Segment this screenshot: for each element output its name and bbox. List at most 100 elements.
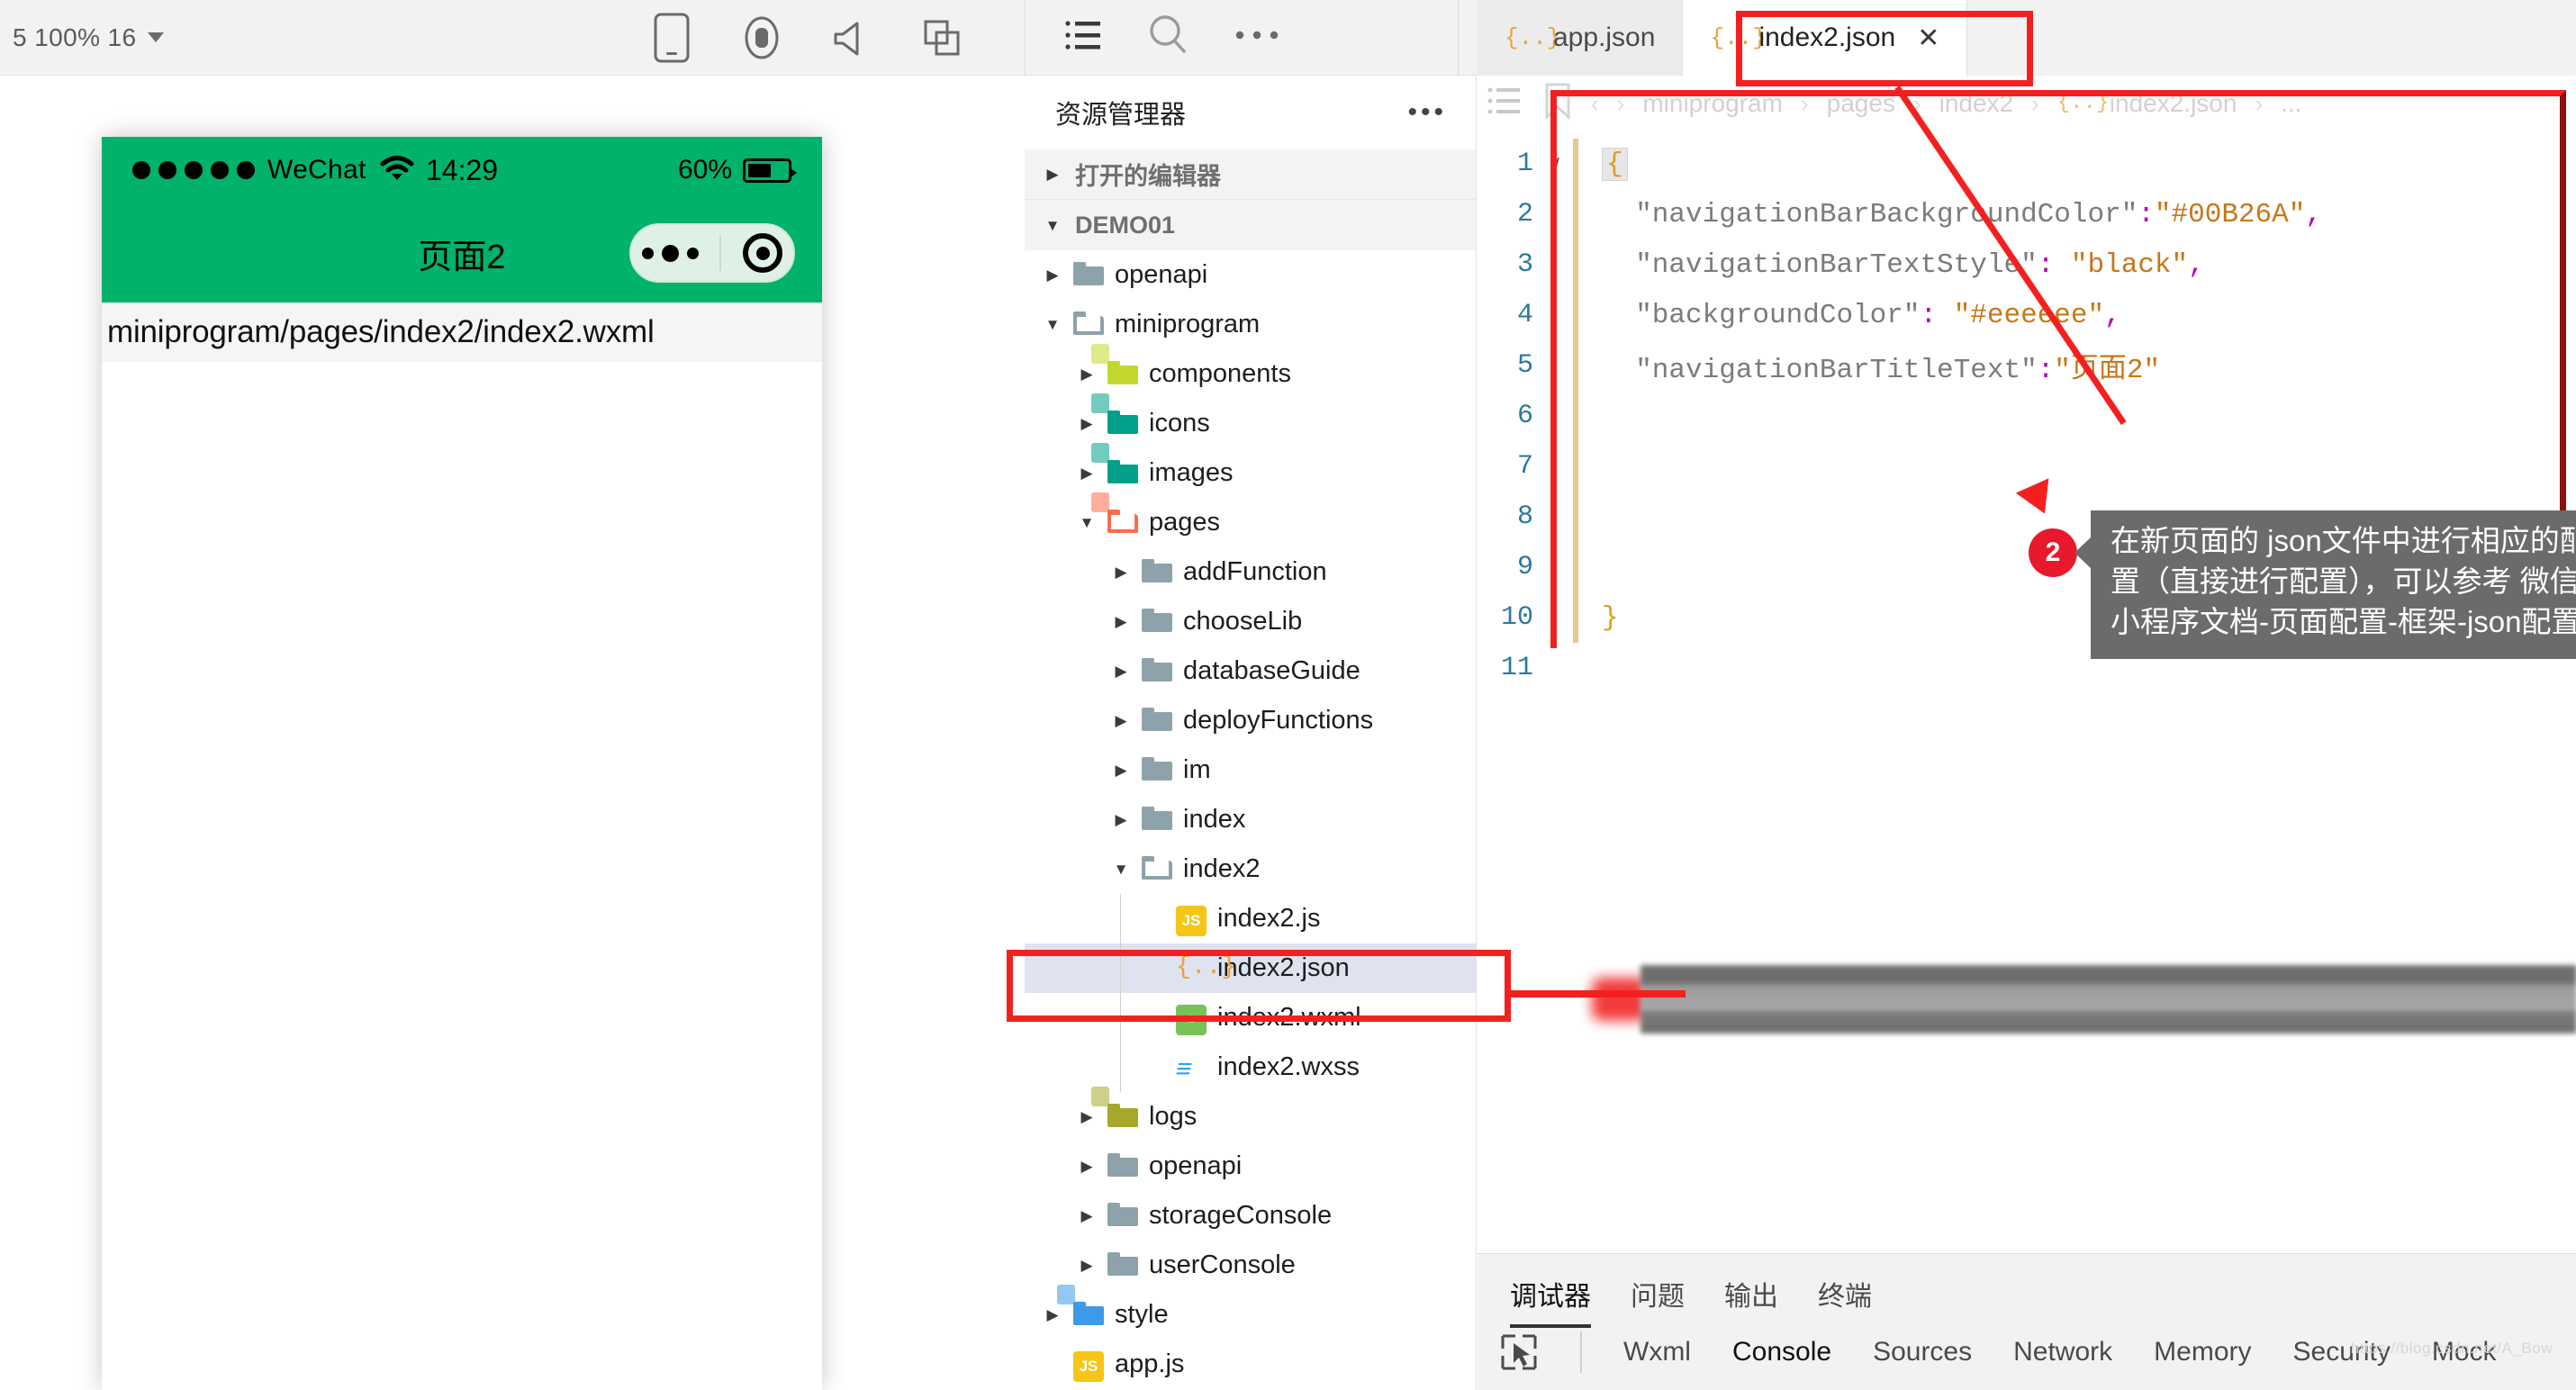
tree-item-app-js[interactable]: JS app.js: [1025, 1340, 1476, 1389]
chevron-right-icon[interactable]: [1111, 564, 1131, 580]
code-line[interactable]: 6: [1478, 391, 2576, 441]
folder-icon: [1073, 261, 1104, 289]
chevron-right-icon[interactable]: [1111, 614, 1131, 629]
breadcrumb-item-index2[interactable]: index2: [1939, 89, 2014, 118]
copy-window-icon[interactable]: [897, 0, 987, 76]
battery-icon: [743, 158, 797, 183]
inspect-element-icon[interactable]: [1499, 1332, 1539, 1372]
chevron-right-icon[interactable]: [1077, 366, 1097, 382]
chevron-down-icon[interactable]: [1043, 317, 1062, 332]
tab-app-json[interactable]: {..} app.json: [1478, 0, 1684, 76]
wechat-capsule-button[interactable]: [629, 223, 795, 283]
chevron-right-icon[interactable]: [1111, 663, 1131, 679]
code-line[interactable]: 7: [1478, 441, 2576, 492]
chevron-right-icon[interactable]: [1077, 1109, 1097, 1124]
section-open-editors[interactable]: 打开的编辑器: [1025, 149, 1476, 200]
breadcrumb-item-index2-json[interactable]: index2.json: [2110, 89, 2237, 118]
phone-simulator: WeChat 14:29 60% 页面2 miniprogram/pages/i…: [102, 137, 822, 1390]
subtab-wxml[interactable]: Wxml: [1623, 1337, 1691, 1367]
tree-item-miniprogram[interactable]: miniprogram: [1025, 300, 1476, 349]
chevron-right-icon[interactable]: [1111, 812, 1131, 827]
record-icon[interactable]: [717, 0, 807, 76]
subtab-console[interactable]: Console: [1732, 1337, 1831, 1367]
folder-icon: [1142, 558, 1172, 586]
tab-debugger[interactable]: 调试器: [1510, 1274, 1591, 1328]
explorer-more-icon[interactable]: •••: [1407, 99, 1447, 126]
tree-item-im[interactable]: im: [1025, 745, 1476, 795]
code-line[interactable]: 4 "backgroundColor": "#eeeeee",: [1478, 290, 2576, 340]
line-number: 2: [1516, 199, 1533, 230]
forward-arrow-icon[interactable]: ›: [1617, 90, 1625, 118]
device-phone-icon[interactable]: [627, 0, 717, 76]
chevron-down-icon[interactable]: [1077, 515, 1097, 530]
breadcrumb-item-miniprogram[interactable]: miniprogram: [1642, 89, 1783, 118]
tree-item-openapi[interactable]: openapi: [1025, 250, 1476, 300]
simulator-pane: WeChat 14:29 60% 页面2 miniprogram/pages/i…: [0, 76, 1025, 1390]
folder-icon: [1107, 1152, 1138, 1180]
breadcrumb-item-pages[interactable]: pages: [1827, 89, 1895, 118]
folder-icon: [1142, 608, 1172, 636]
back-arrow-icon[interactable]: ‹: [1591, 90, 1599, 118]
search-icon[interactable]: [1146, 13, 1191, 62]
tree-item-style[interactable]: style: [1025, 1284, 1476, 1340]
bookmark-icon[interactable]: [1542, 81, 1573, 127]
chevron-right-icon[interactable]: [1077, 1258, 1097, 1273]
close-target-icon[interactable]: [743, 233, 783, 273]
subtab-memory[interactable]: Memory: [2154, 1337, 2251, 1367]
tree-item-storageConsole[interactable]: storageConsole: [1025, 1191, 1476, 1241]
chevron-right-icon[interactable]: [1111, 763, 1131, 778]
tab-problems[interactable]: 问题: [1631, 1274, 1685, 1328]
tree-item-openapi[interactable]: openapi: [1025, 1142, 1476, 1191]
code-line[interactable]: 1 ∨{: [1478, 139, 2576, 189]
chevron-down-icon[interactable]: [1111, 862, 1131, 877]
tree-item-index[interactable]: index: [1025, 795, 1476, 844]
section-demo01[interactable]: DEMO01: [1025, 200, 1476, 250]
chevron-right-icon[interactable]: [1077, 416, 1097, 431]
line-number: 5: [1516, 350, 1533, 381]
tab-index2-json[interactable]: {..} index2.json ✕: [1683, 0, 1968, 76]
tree-item-deployFunctions[interactable]: deployFunctions: [1025, 696, 1476, 745]
tree-item-index2-wxss[interactable]: ≡ index2.wxss: [1025, 1042, 1476, 1092]
tree-item-addFunction[interactable]: addFunction: [1025, 547, 1476, 597]
fold-chevron-icon[interactable]: ∨: [1537, 152, 1573, 176]
volume-icon[interactable]: [807, 0, 897, 76]
subtab-sources[interactable]: Sources: [1873, 1337, 1972, 1367]
tree-item-index2-js[interactable]: JS index2.js: [1025, 894, 1476, 943]
zoom-selector[interactable]: 5 100% 16: [13, 23, 164, 52]
tab-output[interactable]: 输出: [1724, 1274, 1778, 1328]
chevron-right-icon[interactable]: [1111, 713, 1131, 728]
more-ellipsis-icon[interactable]: [1233, 26, 1281, 49]
tab-terminal[interactable]: 终端: [1818, 1274, 1872, 1328]
tree-item-pages[interactable]: pages: [1025, 492, 1476, 547]
tree-item-index2[interactable]: index2: [1025, 844, 1476, 894]
annotation-line-left: [1505, 990, 1686, 997]
chevron-right-icon[interactable]: [1077, 1208, 1097, 1223]
tree-item-label: storageConsole: [1149, 1201, 1333, 1230]
tree-item-userConsole[interactable]: userConsole: [1025, 1241, 1476, 1290]
editor-tab-bar: {..} app.json {..} index2.json ✕: [1478, 0, 2576, 76]
code-line[interactable]: 5 "navigationBarTitleText":"页面2": [1478, 340, 2576, 391]
chevron-right-icon: [1043, 167, 1062, 182]
folder-icon: [1091, 442, 1138, 487]
tree-item-components[interactable]: components: [1025, 343, 1476, 399]
tree-item-databaseGuide[interactable]: databaseGuide: [1025, 646, 1476, 696]
tree-item-chooseLib[interactable]: chooseLib: [1025, 597, 1476, 646]
chevron-right-icon[interactable]: [1077, 465, 1097, 481]
list-outline-icon[interactable]: [1487, 82, 1524, 126]
tree-item-index2-wxml[interactable]: <> index2.wxml: [1025, 993, 1476, 1042]
tree-item-index2-json[interactable]: {..} index2.json: [1025, 943, 1476, 993]
chevron-right-icon[interactable]: [1077, 1159, 1097, 1174]
code-line[interactable]: 2 "navigationBarBackgroundColor":"#00B26…: [1478, 189, 2576, 239]
chevron-right-icon[interactable]: [1043, 267, 1062, 283]
more-ellipsis-icon[interactable]: [641, 244, 699, 262]
tree-item-images[interactable]: images: [1025, 442, 1476, 498]
tree-item-icons[interactable]: icons: [1025, 393, 1476, 448]
wxss-file-icon: ≡: [1172, 1053, 1196, 1084]
chevron-right-icon[interactable]: [1043, 1307, 1062, 1322]
line-number: 11: [1500, 653, 1533, 683]
list-menu-icon[interactable]: [1063, 14, 1105, 60]
tree-item-logs[interactable]: logs: [1025, 1086, 1476, 1142]
breadcrumb-item-more[interactable]: ...: [2281, 89, 2301, 118]
subtab-network[interactable]: Network: [2013, 1337, 2112, 1367]
close-icon[interactable]: ✕: [1917, 23, 1939, 54]
